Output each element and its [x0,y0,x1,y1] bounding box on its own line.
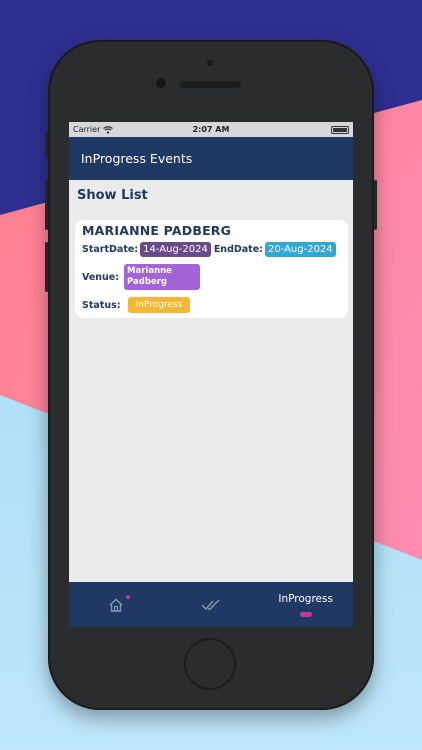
venue-value: Marianne Padberg [124,264,201,290]
power-button [374,180,377,230]
volume-down-button [45,242,48,292]
battery-icon [331,125,349,134]
venue-label: Venue: [82,271,120,283]
section-title: Show List [77,188,148,203]
tab-inprogress-label: InProgress [278,592,333,605]
volume-up-button [45,180,48,230]
navigation-bar: InProgress Events [69,137,353,180]
date-row: StartDate: 14-Aug-2024 EndDate: 20-Aug-2… [82,242,341,257]
active-tab-indicator [299,611,312,617]
start-date-label: StartDate: [82,244,139,255]
status-badge: InProgress [127,297,191,313]
mute-switch [45,132,48,158]
double-check-icon [201,599,220,610]
app-screen: Carrier 2:07 AM InProgress Events Show L… [69,122,353,627]
front-camera [156,78,166,88]
wifi-icon [103,125,114,134]
sensor-dot [207,60,213,66]
nav-title: InProgress Events [81,151,193,166]
end-date-value: 20-Aug-2024 [264,242,336,257]
home-icon [109,598,123,612]
earpiece-speaker [179,81,241,88]
bottom-tab-bar: InProgress [69,582,353,627]
carrier-label: Carrier [73,125,101,134]
home-button[interactable] [184,638,236,690]
tab-completed[interactable] [164,582,259,627]
home-badge-dot [126,595,130,599]
status-label: Status: [82,299,121,311]
tab-inprogress[interactable]: InProgress [258,582,353,627]
event-card[interactable]: MARIANNE PADBERG StartDate: 14-Aug-2024 … [75,220,348,318]
status-bar: Carrier 2:07 AM [69,122,353,137]
venue-row: Venue: Marianne Padberg [82,264,341,290]
event-name: MARIANNE PADBERG [82,223,232,238]
status-row: Status: InProgress [82,297,341,313]
end-date-label: EndDate: [213,244,263,255]
start-date-value: 14-Aug-2024 [140,242,211,257]
tab-home[interactable] [69,582,164,627]
